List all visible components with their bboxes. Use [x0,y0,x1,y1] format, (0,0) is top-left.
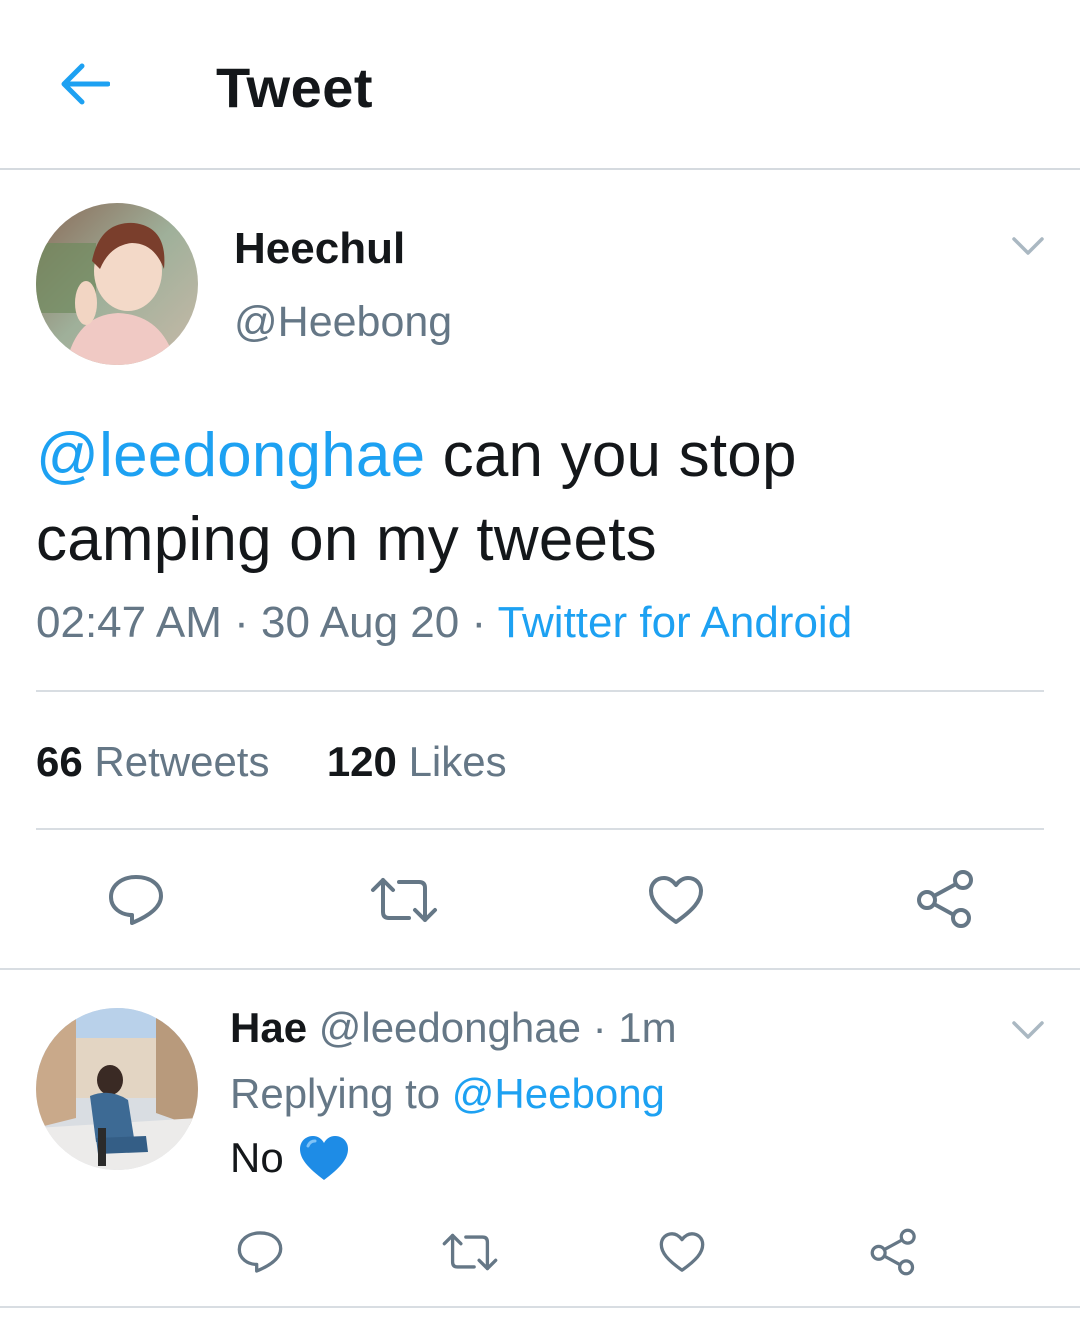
meta-separator: · [592,1004,619,1051]
tweet-stats: 66 Retweets 120 Likes [36,738,507,786]
app-header [0,0,1080,170]
tweet-options-button[interactable] [1008,226,1048,266]
reply-author-handle[interactable]: @leedonghae [319,1004,581,1051]
tweet-meta: 02:47 AM · 30 Aug 20 · Twitter for Andro… [36,598,852,648]
divider [36,828,1044,830]
back-button[interactable] [48,52,120,116]
reply-body: No [230,1134,284,1181]
retweets-stat[interactable]: 66 Retweets [36,738,269,785]
author-avatar[interactable] [36,203,198,365]
reply-icon [237,1231,283,1273]
share-icon [917,870,973,928]
divider [0,968,1080,970]
likes-label: Likes [408,738,507,785]
likes-stat[interactable]: 120 Likes [327,738,507,785]
reply-options-button[interactable] [1008,1010,1048,1050]
chevron-down-icon [1012,237,1044,255]
reply-author-avatar[interactable] [36,1008,198,1170]
retweet-icon [371,878,437,922]
author-name[interactable]: Heechul [234,224,405,274]
meta-separator: · [471,598,498,647]
like-button[interactable] [640,866,712,934]
reply-icon [109,875,163,925]
retweets-label: Retweets [94,738,270,785]
replying-to: Replying to @Heebong [230,1070,665,1118]
tweet-time: 02:47 AM [36,598,222,647]
reply-like-button[interactable] [650,1222,714,1282]
reply-retweet-button[interactable] [436,1222,504,1282]
page-title: Tweet [216,56,374,119]
tweet-text: @leedonghae can you stop camping on my t… [36,414,1046,582]
reply-header: Hae @leedonghae · 1m [230,1004,677,1052]
blue-heart-icon [299,1136,348,1180]
retweet-icon [442,1233,498,1271]
reply-author-name[interactable]: Hae [230,1004,307,1051]
mention-link[interactable]: @leedonghae [36,421,425,490]
author-handle[interactable]: @Heebong [234,298,452,347]
tweet-date: 30 Aug 20 [261,598,460,647]
chevron-down-icon [1012,1021,1044,1039]
divider [0,1306,1080,1308]
heart-icon [649,876,703,924]
reply-age: 1m [618,1004,677,1051]
reply-reply-button[interactable] [228,1222,292,1282]
reply-button[interactable] [100,866,172,934]
share-icon [870,1228,916,1276]
replying-to-handle[interactable]: @Heebong [452,1070,665,1117]
reply-share-button[interactable] [862,1220,926,1284]
divider [36,690,1044,692]
retweets-count: 66 [36,738,83,785]
likes-count: 120 [326,738,397,785]
heart-icon [659,1232,705,1272]
replying-to-label: Replying to [230,1070,441,1117]
meta-separator: · [234,598,262,647]
retweet-button[interactable] [366,866,442,934]
tweet-source-link[interactable]: Twitter for Android [498,598,853,647]
share-button[interactable] [908,862,984,936]
arrow-left-icon [61,63,110,105]
reply-text: No [230,1134,350,1182]
